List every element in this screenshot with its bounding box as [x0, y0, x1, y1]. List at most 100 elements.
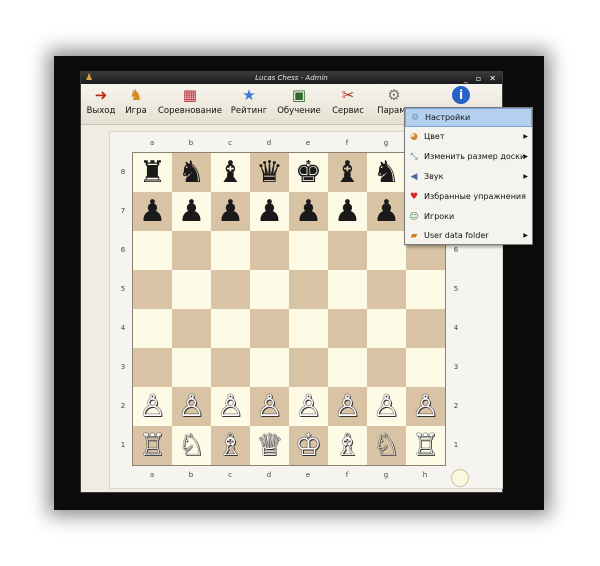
- board-square-d3[interactable]: [250, 348, 289, 387]
- board-square-b7[interactable]: ♟: [172, 192, 211, 231]
- board-square-g3[interactable]: [367, 348, 406, 387]
- white-piece[interactable]: ♗: [334, 426, 361, 465]
- black-piece[interactable]: ♟: [334, 192, 361, 231]
- toolbar-game-button[interactable]: ♞ Игра: [123, 86, 149, 122]
- board-square-d7[interactable]: ♟: [250, 192, 289, 231]
- white-piece[interactable]: ♖: [412, 426, 439, 465]
- board-square-b2[interactable]: ♙: [172, 387, 211, 426]
- board-square-a8[interactable]: ♜: [133, 153, 172, 192]
- board-square-f6[interactable]: [328, 231, 367, 270]
- board-square-h2[interactable]: ♙: [406, 387, 445, 426]
- board-square-e2[interactable]: ♙: [289, 387, 328, 426]
- board-square-c2[interactable]: ♙: [211, 387, 250, 426]
- board-square-e7[interactable]: ♟: [289, 192, 328, 231]
- white-piece[interactable]: ♕: [256, 426, 283, 465]
- board-square-h1[interactable]: ♖: [406, 426, 445, 465]
- black-piece[interactable]: ♟: [217, 192, 244, 231]
- board-square-b6[interactable]: [172, 231, 211, 270]
- menu-item-user-data-folder[interactable]: ▰ User data folder ▶: [405, 226, 532, 245]
- board-square-c8[interactable]: ♝: [211, 153, 250, 192]
- toolbar-service-button[interactable]: ✂ Сервис: [330, 86, 366, 122]
- minimize-button[interactable]: _: [464, 74, 468, 83]
- board-square-g2[interactable]: ♙: [367, 387, 406, 426]
- black-piece[interactable]: ♟: [295, 192, 322, 231]
- black-piece[interactable]: ♟: [373, 192, 400, 231]
- white-piece[interactable]: ♙: [178, 387, 205, 426]
- black-piece[interactable]: ♟: [256, 192, 283, 231]
- board-square-d1[interactable]: ♕: [250, 426, 289, 465]
- board-square-b5[interactable]: [172, 270, 211, 309]
- maximize-button[interactable]: ▫: [476, 74, 481, 83]
- white-piece[interactable]: ♙: [412, 387, 439, 426]
- board-square-g4[interactable]: [367, 309, 406, 348]
- board-square-h3[interactable]: [406, 348, 445, 387]
- board-square-b4[interactable]: [172, 309, 211, 348]
- white-piece[interactable]: ♙: [217, 387, 244, 426]
- black-piece[interactable]: ♟: [139, 192, 166, 231]
- white-piece[interactable]: ♗: [217, 426, 244, 465]
- board-square-a1[interactable]: ♖: [133, 426, 172, 465]
- board-square-h5[interactable]: [406, 270, 445, 309]
- board-square-d6[interactable]: [250, 231, 289, 270]
- board-square-g7[interactable]: ♟: [367, 192, 406, 231]
- toolbar-competition-button[interactable]: ▦ Соревнование: [158, 86, 222, 122]
- toolbar-rating-button[interactable]: ★ Рейтинг: [230, 86, 268, 122]
- board-square-b8[interactable]: ♞: [172, 153, 211, 192]
- board-square-c3[interactable]: [211, 348, 250, 387]
- white-piece[interactable]: ♙: [139, 387, 166, 426]
- black-piece[interactable]: ♚: [295, 153, 322, 192]
- board-square-e3[interactable]: [289, 348, 328, 387]
- board-square-c4[interactable]: [211, 309, 250, 348]
- board-square-g6[interactable]: [367, 231, 406, 270]
- board-square-f8[interactable]: ♝: [328, 153, 367, 192]
- board-square-d2[interactable]: ♙: [250, 387, 289, 426]
- board-square-e5[interactable]: [289, 270, 328, 309]
- close-button[interactable]: ✕: [489, 74, 496, 83]
- board-square-c6[interactable]: [211, 231, 250, 270]
- board-square-e4[interactable]: [289, 309, 328, 348]
- black-piece[interactable]: ♝: [334, 153, 361, 192]
- menu-item-players[interactable]: ☺ Игроки: [405, 207, 532, 226]
- white-piece[interactable]: ♙: [334, 387, 361, 426]
- white-piece[interactable]: ♙: [373, 387, 400, 426]
- white-piece[interactable]: ♘: [373, 426, 400, 465]
- white-piece[interactable]: ♘: [178, 426, 205, 465]
- black-piece[interactable]: ♜: [139, 153, 166, 192]
- board-square-f3[interactable]: [328, 348, 367, 387]
- menu-item-favorite-exercises[interactable]: ♥ Избранные упражнения: [405, 187, 532, 206]
- board-square-a6[interactable]: [133, 231, 172, 270]
- board-square-c1[interactable]: ♗: [211, 426, 250, 465]
- menu-item-color[interactable]: ◕ Цвет ▶: [405, 127, 532, 146]
- board-square-g1[interactable]: ♘: [367, 426, 406, 465]
- black-piece[interactable]: ♝: [217, 153, 244, 192]
- white-piece[interactable]: ♔: [295, 426, 322, 465]
- board-square-g8[interactable]: ♞: [367, 153, 406, 192]
- menu-item-sound[interactable]: ◀ Звук ▶: [405, 167, 532, 186]
- board-square-f5[interactable]: [328, 270, 367, 309]
- board-square-f1[interactable]: ♗: [328, 426, 367, 465]
- black-piece[interactable]: ♟: [178, 192, 205, 231]
- menu-item-resize-board[interactable]: ⤡ Изменить размер доски ▶: [405, 147, 532, 166]
- black-piece[interactable]: ♛: [256, 153, 283, 192]
- toolbar-exit-button[interactable]: ➜ Выход: [86, 86, 116, 122]
- board-square-a7[interactable]: ♟: [133, 192, 172, 231]
- board-square-e1[interactable]: ♔: [289, 426, 328, 465]
- chess-board[interactable]: ♜♞♝♛♚♝♞♜♟♟♟♟♟♟♟♟♙♙♙♙♙♙♙♙♖♘♗♕♔♗♘♖: [132, 152, 446, 466]
- white-piece[interactable]: ♙: [295, 387, 322, 426]
- board-square-e8[interactable]: ♚: [289, 153, 328, 192]
- board-square-f7[interactable]: ♟: [328, 192, 367, 231]
- title-bar[interactable]: ♟ Lucas Chess - Admin _ ▫ ✕: [81, 72, 502, 84]
- board-square-a4[interactable]: [133, 309, 172, 348]
- toolbar-training-button[interactable]: ▣ Обучение: [277, 86, 321, 122]
- board-square-b3[interactable]: [172, 348, 211, 387]
- board-square-a3[interactable]: [133, 348, 172, 387]
- board-square-a5[interactable]: [133, 270, 172, 309]
- board-square-c7[interactable]: ♟: [211, 192, 250, 231]
- board-square-g5[interactable]: [367, 270, 406, 309]
- board-square-a2[interactable]: ♙: [133, 387, 172, 426]
- board-square-e6[interactable]: [289, 231, 328, 270]
- black-piece[interactable]: ♞: [178, 153, 205, 192]
- board-square-f2[interactable]: ♙: [328, 387, 367, 426]
- board-square-d8[interactable]: ♛: [250, 153, 289, 192]
- board-square-c5[interactable]: [211, 270, 250, 309]
